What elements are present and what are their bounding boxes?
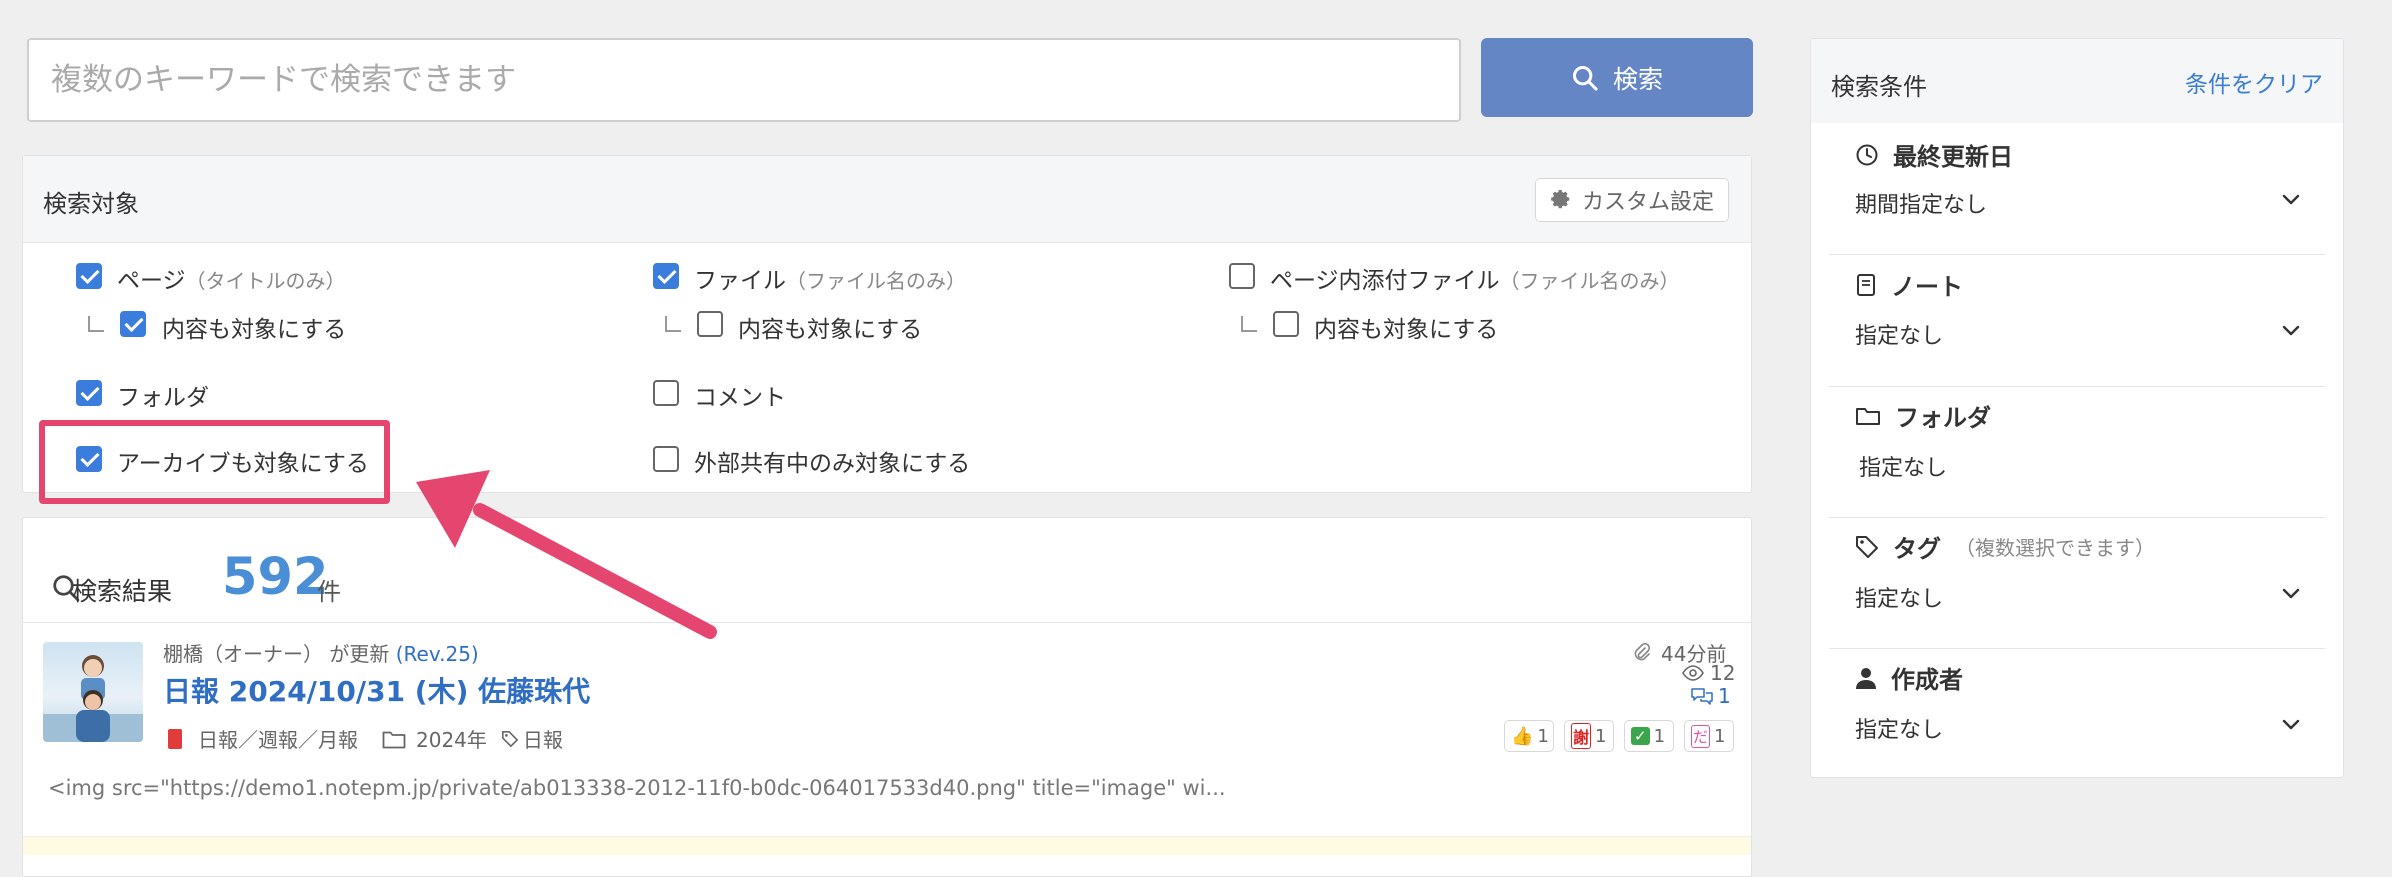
tree-branch [1241,316,1257,332]
divider [22,622,1752,623]
tree-branch [665,316,681,332]
page-content-checkbox[interactable] [120,311,146,337]
filter-tag-value[interactable]: 指定なし [1855,581,1943,613]
filter-tag: タグ （複数選択できます） 指定なし [1829,517,2325,649]
reaction-stamp-pink[interactable]: だ 1 [1684,720,1734,752]
item-folder-link[interactable]: 2024年 [416,724,487,753]
eye-icon [1682,665,1704,681]
filter-heading: 作成者 [1855,660,1963,695]
attach-content-checkbox[interactable] [1273,311,1299,337]
item-tag-link[interactable]: 日報 [523,724,563,753]
filter-author-value[interactable]: 指定なし [1855,712,1943,744]
tree-branch [88,316,104,332]
page-option-label: ページ（タイトルのみ） [117,268,346,294]
search-button[interactable]: 検索 [1481,38,1753,117]
external-share-option-label: 外部共有中のみ対象にする [694,451,971,477]
notebook-icon [1857,273,1875,296]
next-result-item[interactable] [23,836,1751,855]
page-checkbox[interactable] [76,263,102,289]
comment-checkbox[interactable] [653,380,679,406]
item-views: 12 [1682,661,1735,685]
person-icon [1856,667,1876,689]
item-title-link[interactable]: 日報 2024/10/31 (木) 佐藤珠代 [163,670,590,710]
file-checkbox[interactable] [653,263,679,289]
filter-author: 作成者 指定なし [1829,648,2325,778]
folder-icon [1856,407,1880,425]
chevron-down-icon[interactable] [2281,587,2301,601]
chevron-down-icon[interactable] [2281,324,2301,338]
reaction-thumbs-up[interactable]: 👍 1 [1504,720,1554,752]
search-target-title: 検索対象 [43,190,139,218]
attach-content-label: 内容も対象にする [1314,317,1499,343]
sidebar-header: 検索条件 条件をクリア [1811,39,2343,123]
file-content-label: 内容も対象にする [738,317,923,343]
item-note-link[interactable]: 日報／週報／月報 [198,724,358,753]
page-content-label: 内容も対象にする [162,317,347,343]
folder-checkbox[interactable] [76,380,102,406]
filter-note-value[interactable]: 指定なし [1855,318,1943,350]
tag-icon [1856,535,1878,558]
notebook-red-icon [168,728,182,749]
filter-last-updated-value[interactable]: 期間指定なし [1855,187,1987,219]
reaction-stamp-red[interactable]: 謝 1 [1564,720,1614,752]
filter-heading: ノート [1855,267,1963,302]
thumbs-up-icon: 👍 [1511,725,1534,747]
stamp-red-icon: 謝 [1571,723,1592,749]
filter-last-updated: 最終更新日 期間指定なし [1829,123,2325,255]
folder-icon [382,731,406,748]
avatar [43,642,143,742]
paperclip-icon [1634,642,1651,660]
attach-file-option-label: ページ内添付ファイル（ファイル名のみ） [1270,268,1680,294]
filter-heading: 最終更新日 [1855,137,2013,172]
item-meta-row: 日報／週報／月報 2024年 日報 [168,724,563,753]
gear-icon [1551,190,1570,209]
filter-note: ノート 指定なし [1829,255,2325,387]
search-conditions-sidebar: 検索条件 条件をクリア 最終更新日 期間指定なし ノート 指定なし フォルダ 指… [1810,38,2344,778]
comments-icon [1691,688,1713,705]
check-green-icon: ✓ [1631,727,1650,745]
filter-folder-value[interactable]: 指定なし [1859,450,1947,482]
filter-heading: フォルダ [1855,398,1991,433]
stamp-pink-icon: だ [1691,724,1711,748]
custom-settings-button[interactable]: カスタム設定 [1534,178,1729,222]
custom-settings-label: カスタム設定 [1581,190,1714,215]
chevron-down-icon[interactable] [2281,193,2301,207]
folder-option-label: フォルダ [117,385,209,411]
file-content-checkbox[interactable] [697,311,723,337]
attach-file-checkbox[interactable] [1229,263,1255,289]
clear-conditions-link[interactable]: 条件をクリア [2185,65,2323,99]
file-option-label: ファイル（ファイル名のみ） [694,268,966,294]
annotation-arrow [416,470,717,639]
results-label: 検索結果 [72,577,173,606]
reaction-check-green[interactable]: ✓ 1 [1624,720,1674,752]
filter-folder: フォルダ 指定なし [1829,386,2325,518]
results-unit: 件 [317,578,341,606]
item-comments-link[interactable]: 1 [1690,684,1731,708]
filter-heading: タグ （複数選択できます） [1855,529,2155,564]
tag-icon [501,730,518,747]
sidebar-title: 検索条件 [1831,73,1927,101]
search-input[interactable] [27,38,1461,122]
search-icon [1572,65,1598,91]
external-share-checkbox[interactable] [653,446,679,472]
item-snippet: <img src="https://demo1.notepm.jp/privat… [48,776,1226,800]
results-count: 592 [222,548,329,607]
search-target-header: 検索対象 カスタム設定 [23,156,1751,243]
search-button-label: 検索 [1612,64,1663,94]
comment-option-label: コメント [694,385,786,411]
clock-icon [1856,144,1878,165]
highlight-box [39,420,390,504]
chevron-down-icon[interactable] [2281,718,2301,732]
